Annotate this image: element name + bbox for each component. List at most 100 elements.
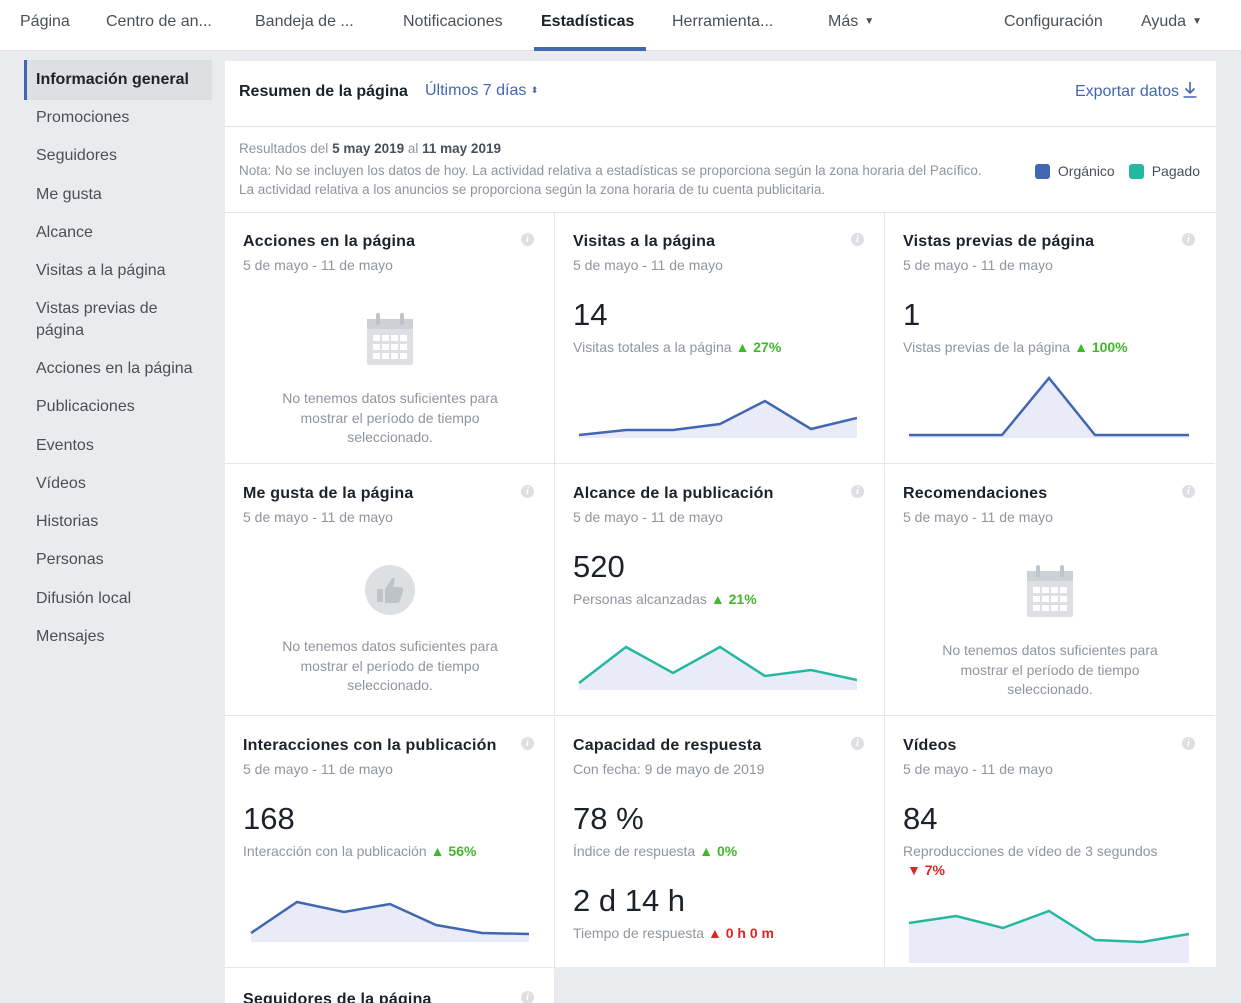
results-mid: al [404, 141, 423, 156]
sidebar-item-personas[interactable]: Personas [24, 549, 212, 571]
card-acciones[interactable]: Acciones en la página 5 de mayo - 11 de … [225, 213, 555, 464]
card-me-gusta[interactable]: Me gusta de la página 5 de mayo - 11 de … [225, 465, 555, 716]
nav-estadisticas[interactable]: Estadísticas [541, 13, 634, 31]
page-title: Resumen de la página [239, 83, 408, 100]
metric-change: ▲ 56% [430, 843, 477, 859]
card-videos[interactable]: Vídeos 5 de mayo - 11 de mayo i 84 Repro… [885, 717, 1215, 968]
info-icon[interactable]: i [1182, 737, 1195, 750]
card-date: 5 de mayo - 11 de mayo [243, 509, 393, 525]
nav-mas[interactable]: Más ▼ [828, 13, 874, 31]
card-title: Acciones en la página [243, 233, 416, 250]
legend: Orgánico Pagado [1021, 163, 1200, 179]
info-icon[interactable]: i [521, 233, 534, 246]
response-time-value: 2 d 14 h [573, 883, 686, 918]
sidebar-item-informacion-general[interactable]: Información general [24, 60, 212, 100]
card-vistas-previas[interactable]: Vistas previas de página 5 de mayo - 11 … [885, 213, 1215, 464]
info-icon[interactable]: i [851, 737, 864, 750]
sparkline-chart [909, 376, 1189, 438]
date-range-selector[interactable]: Últimos 7 días ⬍ [425, 82, 538, 100]
card-date: 5 de mayo - 11 de mayo [573, 257, 723, 273]
nav-bandeja[interactable]: Bandeja de ... [255, 13, 354, 31]
sidebar-item-promociones[interactable]: Promociones [24, 107, 212, 129]
card-visitas[interactable]: Visitas a la página 5 de mayo - 11 de ma… [555, 213, 885, 464]
card-title: Vídeos [903, 737, 957, 754]
info-icon[interactable]: i [521, 991, 534, 1003]
sidebar-item-historias[interactable]: Historias [24, 511, 212, 533]
card-title: Me gusta de la página [243, 485, 414, 502]
info-icon[interactable]: i [851, 233, 864, 246]
metric-label-text: Personas alcanzadas [573, 591, 707, 607]
sidebar-item-videos[interactable]: Vídeos [24, 473, 212, 495]
card-date: 5 de mayo - 11 de mayo [573, 509, 723, 525]
card-interacciones[interactable]: Interacciones con la publicación 5 de ma… [225, 717, 555, 968]
card-title: Capacidad de respuesta [573, 737, 762, 754]
card-title: Recomendaciones [903, 485, 1048, 502]
metric-label: Personas alcanzadas ▲ 21% [573, 591, 757, 607]
metric-label-text: Visitas totales a la página [573, 339, 732, 355]
nav-notificaciones[interactable]: Notificaciones [403, 13, 503, 31]
metric-value: 78 % [573, 801, 644, 836]
calendar-icon [1027, 565, 1073, 617]
card-title: Seguidores de la página [243, 991, 432, 1003]
export-data-button[interactable]: Exportar datos [1075, 81, 1198, 101]
legend-organic: Orgánico [1057, 163, 1115, 179]
sidebar-item-acciones[interactable]: Acciones en la página [24, 358, 212, 380]
nav-configuracion[interactable]: Configuración [1004, 13, 1103, 31]
metric-change: ▲ 27% [735, 339, 782, 355]
card-recomendaciones[interactable]: Recomendaciones 5 de mayo - 11 de mayo i… [885, 465, 1215, 716]
metric-label: Reproducciones de vídeo de 3 segundos [903, 843, 1158, 859]
card-seguidores[interactable]: Seguidores de la página i [225, 969, 555, 1003]
sidebar-item-visitas[interactable]: Visitas a la página [24, 260, 212, 282]
card-date: 5 de mayo - 11 de mayo [903, 257, 1053, 273]
sidebar-item-mensajes[interactable]: Mensajes [24, 626, 212, 648]
card-date: 5 de mayo - 11 de mayo [243, 761, 393, 777]
metric-value: 520 [573, 549, 625, 584]
metric-change: ▲ 100% [1074, 339, 1128, 355]
card-date: 5 de mayo - 11 de mayo [903, 509, 1053, 525]
sidebar-item-seguidores[interactable]: Seguidores [24, 145, 212, 167]
metric-change-row: ▼ 7% [907, 862, 945, 878]
empty-message: No tenemos datos suficientes para mostra… [282, 638, 498, 693]
info-icon[interactable]: i [1182, 485, 1195, 498]
thumbs-up-icon [365, 565, 415, 615]
metric-value: 14 [573, 297, 608, 332]
timezone-note: Nota: No se incluyen los datos de hoy. L… [239, 163, 982, 197]
sidebar: Información general Promociones Seguidor… [0, 51, 225, 1003]
card-title: Vistas previas de página [903, 233, 1095, 250]
nav-mas-label: Más [828, 13, 859, 30]
nav-pagina[interactable]: Página [20, 13, 70, 31]
main-panel: Resumen de la página Últimos 7 días ⬍ Ex… [225, 61, 1216, 1003]
metric-label: Visitas totales a la página ▲ 27% [573, 339, 781, 355]
sidebar-item-difusion-local[interactable]: Difusión local [24, 588, 212, 610]
date-range-label: Últimos 7 días [425, 82, 527, 99]
card-date: 5 de mayo - 11 de mayo [903, 761, 1053, 777]
nav-herramientas[interactable]: Herramienta... [672, 13, 773, 31]
card-alcance[interactable]: Alcance de la publicación 5 de mayo - 11… [555, 465, 885, 716]
metric-label-text: Índice de respuesta [573, 843, 696, 859]
nav-ayuda[interactable]: Ayuda ▼ [1141, 13, 1202, 31]
sidebar-item-publicaciones[interactable]: Publicaciones [24, 396, 212, 418]
metric-label-text: Interacción con la publicación [243, 843, 427, 859]
metric-change: ▲ 21% [710, 591, 757, 607]
sidebar-item-alcance[interactable]: Alcance [24, 222, 212, 244]
results-prefix: Resultados del [239, 141, 333, 156]
info-icon[interactable]: i [851, 485, 864, 498]
results-from: 5 may 2019 [332, 141, 405, 156]
paid-swatch [1128, 163, 1144, 179]
sparkline-chart [578, 645, 857, 690]
card-date: 5 de mayo - 11 de mayo [243, 257, 393, 273]
results-to: 11 may 2019 [422, 141, 501, 156]
sidebar-item-me-gusta[interactable]: Me gusta [24, 184, 212, 206]
sidebar-item-vistas-previas[interactable]: Vistas previas de página [24, 298, 174, 342]
info-icon[interactable]: i [1182, 233, 1195, 246]
nav-centro[interactable]: Centro de an... [106, 13, 212, 31]
card-capacidad-respuesta[interactable]: Capacidad de respuesta Con fecha: 9 de m… [555, 717, 885, 968]
metric-label-text: Vistas previas de la página [903, 339, 1071, 355]
info-icon[interactable]: i [521, 485, 534, 498]
info-icon[interactable]: i [521, 737, 534, 750]
caret-down-icon: ▼ [864, 16, 875, 27]
sparkline-chart [578, 399, 857, 438]
sidebar-item-eventos[interactable]: Eventos [24, 435, 212, 457]
metric-value: 1 [903, 297, 921, 332]
metric-change: ▲ 0% [699, 843, 738, 859]
